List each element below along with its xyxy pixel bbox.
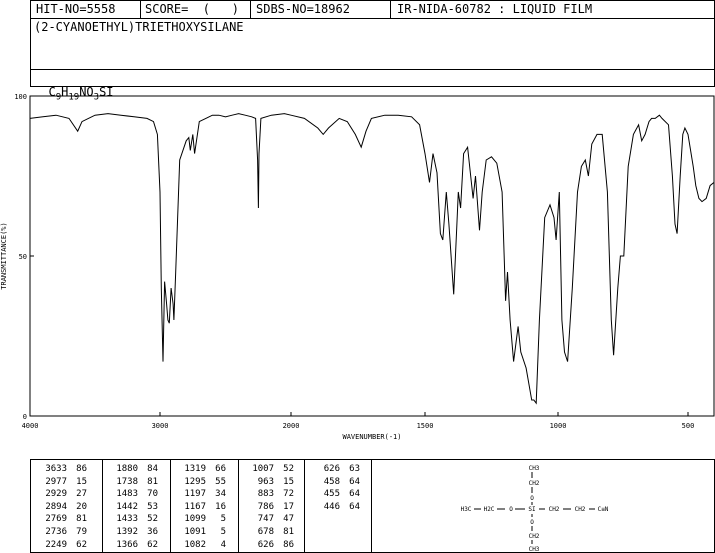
spectrum-line [29, 113, 715, 405]
structure-atom: CH2 [549, 506, 560, 513]
peak-wavenumber: 2894 [45, 501, 67, 512]
peak-transmittance: 17 [283, 501, 294, 512]
peak-wavenumber: 3633 [45, 464, 67, 474]
peak-transmittance: 34 [215, 489, 226, 500]
peak-wavenumber: 626 [257, 539, 274, 550]
peak-transmittance: 66 [215, 464, 226, 474]
peak-transmittance: 52 [147, 514, 158, 525]
peak-transmittance: 81 [76, 514, 87, 525]
peak-transmittance: 64 [349, 489, 360, 500]
peak-wavenumber: 1167 [184, 501, 206, 512]
peak-wavenumber: 626 [323, 464, 340, 474]
peak-wavenumber: 1082 [184, 539, 206, 550]
peak-transmittance: 81 [283, 527, 294, 537]
y-tick-label: 50 [19, 253, 27, 261]
peak-wavenumber: 1880 [116, 464, 138, 474]
peak-transmittance: 47 [283, 514, 294, 525]
structure-atom: H2C [484, 506, 495, 513]
peak-wavenumber: 1483 [116, 489, 138, 500]
peak-wavenumber: 678 [257, 527, 274, 537]
peak-wavenumber: 1366 [116, 539, 138, 550]
peak-wavenumber: 883 [257, 489, 274, 500]
peak-transmittance: 4 [220, 539, 226, 550]
structure-atom: C≡N [598, 506, 609, 513]
table-divider [238, 459, 239, 553]
peak-wavenumber: 2929 [45, 489, 67, 500]
structure-atom: O [530, 519, 534, 526]
peak-transmittance: 52 [283, 464, 294, 474]
peak-wavenumber: 1197 [184, 489, 206, 500]
structure-atom: CH2 [575, 506, 586, 513]
peak-wavenumber: 2249 [45, 539, 67, 550]
peak-transmittance: 62 [147, 539, 158, 550]
peak-wavenumber: 747 [257, 514, 274, 525]
peak-wavenumber: 1295 [184, 476, 206, 487]
y-tick-label: 0 [23, 413, 27, 421]
peak-transmittance: 16 [215, 501, 226, 512]
peak-wavenumber: 1007 [252, 464, 274, 474]
peak-wavenumber: 963 [257, 476, 274, 487]
structure-atom: O [509, 506, 513, 513]
molecular-structure: CH3 CH2 O H3C H2C O SI CH2 CH2 C≡N O CH2… [461, 465, 609, 553]
peak-transmittance: 86 [76, 464, 87, 474]
table-divider [304, 459, 305, 553]
peak-wavenumber: 1442 [116, 501, 138, 512]
structure-atom: CH2 [529, 533, 540, 540]
peak-transmittance: 5 [220, 514, 226, 525]
peak-wavenumber: 458 [323, 476, 340, 487]
structure-atom: O [530, 495, 534, 502]
peak-transmittance: 64 [349, 476, 360, 487]
peak-transmittance: 81 [147, 476, 158, 487]
structure-atom: CH3 [529, 465, 540, 472]
table-divider [102, 459, 103, 553]
x-tick-label: 1500 [417, 422, 434, 430]
peak-wavenumber: 446 [323, 501, 340, 512]
peak-wavenumber: 1738 [116, 476, 138, 487]
peak-wavenumber: 2977 [45, 476, 67, 487]
peak-transmittance: 5 [220, 527, 226, 537]
peak-wavenumber: 1433 [116, 514, 138, 525]
peak-wavenumber: 786 [257, 501, 274, 512]
peak-wavenumber: 2769 [45, 514, 67, 525]
x-axis-ticks: 4000 3000 2000 1500 1000 500 [22, 412, 695, 430]
structure-atom: CH2 [529, 480, 540, 487]
peak-wavenumber: 1319 [184, 464, 206, 474]
peak-wavenumber: 1099 [184, 514, 206, 525]
peak-transmittance: 84 [147, 464, 158, 474]
peak-transmittance: 86 [283, 539, 294, 550]
structure-atom: SI [528, 506, 536, 513]
peak-transmittance: 63 [349, 464, 360, 474]
peak-transmittance: 62 [76, 539, 87, 550]
y-tick-label: 100 [14, 93, 27, 101]
peak-transmittance: 53 [147, 501, 158, 512]
peak-wavenumber: 455 [323, 489, 340, 500]
peak-transmittance: 20 [76, 501, 87, 512]
ir-spectrum-chart: 0 50 100 4000 3000 2000 1500 1000 500 WAVENUMBE… [0, 93, 715, 441]
x-tick-label: 500 [682, 422, 695, 430]
peak-transmittance: 64 [349, 501, 360, 512]
peak-wavenumber: 1091 [184, 527, 206, 537]
y-axis-ticks: 0 50 100 [14, 93, 34, 421]
y-axis-label: TRANSMITTANCE(%) [0, 222, 8, 289]
x-tick-label: 4000 [22, 422, 39, 430]
structure-atom: CH3 [529, 546, 540, 553]
x-axis-label: WAVENUMBER(-1) [342, 433, 401, 441]
peak-transmittance: 79 [76, 527, 87, 537]
peak-transmittance: 15 [76, 476, 87, 487]
peak-transmittance: 72 [283, 489, 294, 500]
table-divider [170, 459, 171, 553]
peak-wavenumber: 1392 [116, 527, 138, 537]
x-tick-label: 1000 [550, 422, 567, 430]
plot-frame [29, 95, 715, 417]
peak-transmittance: 27 [76, 489, 87, 500]
peak-transmittance: 15 [283, 476, 294, 487]
peak-transmittance: 36 [147, 527, 158, 537]
x-tick-label: 3000 [152, 422, 169, 430]
x-tick-label: 2000 [283, 422, 300, 430]
peak-transmittance: 70 [147, 489, 158, 500]
structure-atom: H3C [461, 506, 472, 513]
peak-transmittance: 55 [215, 476, 226, 487]
peak-wavenumber: 2736 [45, 527, 67, 537]
